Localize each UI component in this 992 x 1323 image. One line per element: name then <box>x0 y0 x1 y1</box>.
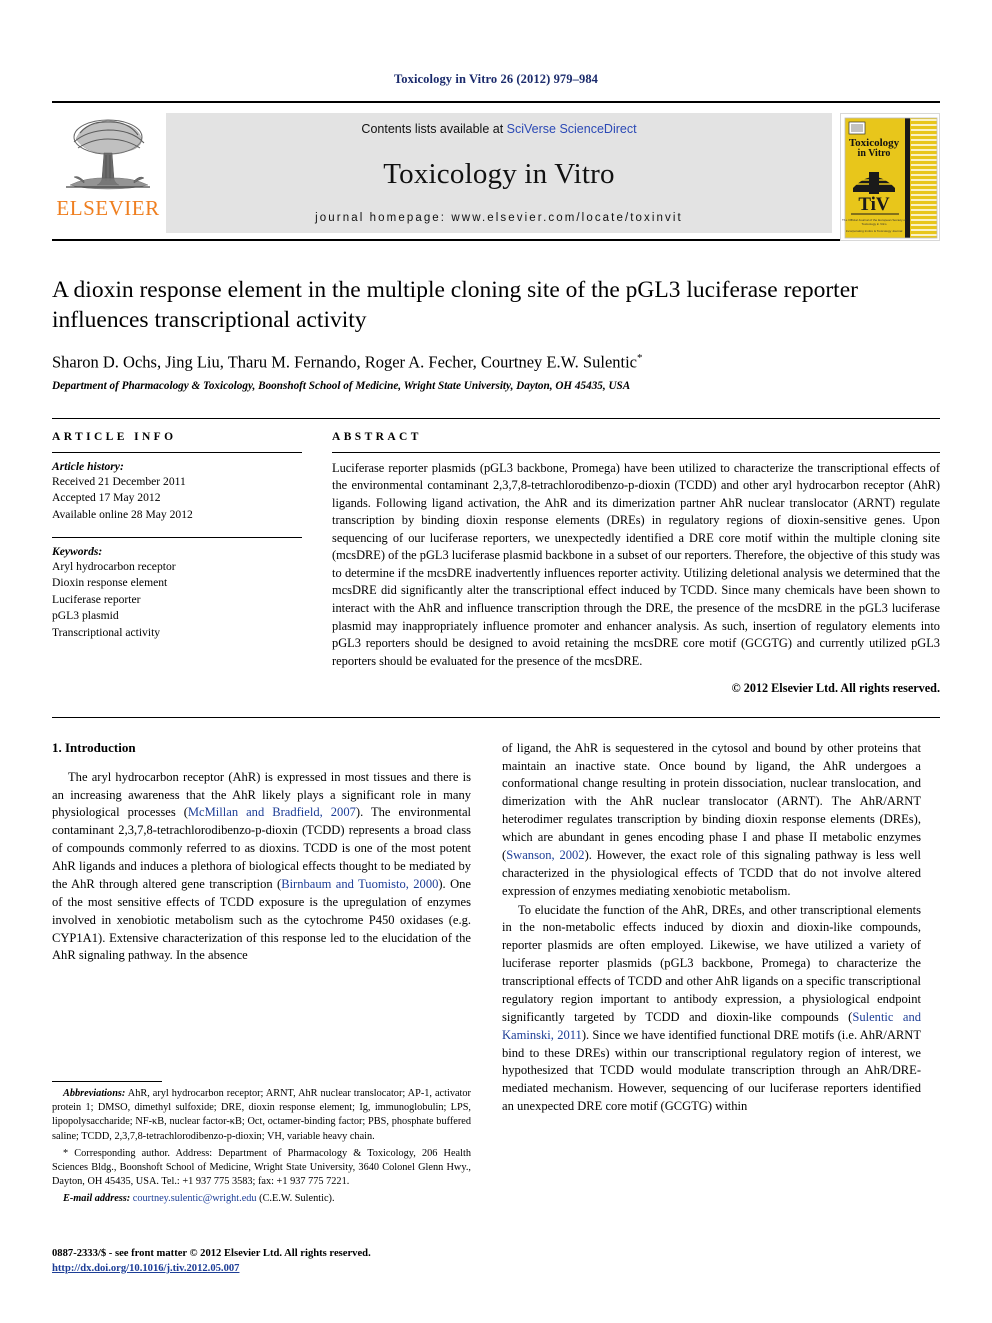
intro-paragraph-right-1: of ligand, the AhR is sequestered in the… <box>502 740 921 901</box>
abstract-divider <box>332 451 940 453</box>
author-list: Sharon D. Ochs, Jing Liu, Tharu M. Ferna… <box>52 352 940 373</box>
keywords-label: Keywords: <box>52 545 103 559</box>
left-column: 1. Introduction The aryl hydrocarbon rec… <box>52 740 471 1210</box>
abstract-text: Luciferase reporter plasmids (pGL3 backb… <box>332 460 940 668</box>
svg-text:TiV: TiV <box>858 194 890 215</box>
abbreviations-label: Abbreviations: <box>63 1088 126 1100</box>
citation-swanson[interactable]: Swanson, 2002 <box>506 848 584 862</box>
article-page: Toxicology in Vitro 26 (2012) 979–984 EL… <box>0 0 992 1323</box>
article-info-heading: ARTICLE INFO <box>52 430 177 443</box>
intro-paragraph-right-2: To elucidate the function of the AhR, DR… <box>502 902 921 1117</box>
right-text-a: of ligand, the AhR is sequestered in the… <box>502 740 921 862</box>
corresponding-author-note: * Corresponding author. Address: Departm… <box>52 1147 471 1188</box>
corresponding-author-marker: * <box>637 352 643 365</box>
journal-title: Toxicology in Vitro <box>383 157 615 190</box>
info-divider-top <box>52 451 302 453</box>
history-accepted: Accepted 17 May 2012 <box>52 491 161 505</box>
contents-prefix: Contents lists available at <box>361 122 507 136</box>
email-note: E-mail address: courtney.sulentic@wright… <box>52 1192 471 1206</box>
body-columns: 1. Introduction The aryl hydrocarbon rec… <box>52 740 940 1210</box>
copyright-notice: © 2012 Elsevier Ltd. All rights reserved… <box>731 681 940 696</box>
journal-homepage-line[interactable]: journal homepage: www.elsevier.com/locat… <box>315 212 683 224</box>
keyword-item: Dioxin response element <box>52 576 168 590</box>
running-head: Toxicology in Vitro 26 (2012) 979–984 <box>393 72 599 86</box>
article-history-label: Article history: <box>52 459 124 473</box>
citation-mcmillan-bradfield[interactable]: McMillan and Bradfield, 2007 <box>188 805 356 819</box>
author-names: Sharon D. Ochs, Jing Liu, Tharu M. Ferna… <box>52 352 638 372</box>
keyword-item: Aryl hydrocarbon receptor <box>52 560 176 574</box>
author-affiliation: Department of Pharmacology & Toxicology,… <box>52 379 631 392</box>
info-divider-middle <box>52 537 302 539</box>
keyword-item: Luciferase reporter <box>52 592 141 606</box>
sciencedirect-link[interactable]: SciVerse ScienceDirect <box>507 122 637 136</box>
citation-birnbaum-tuomisto[interactable]: Birnbaum and Tuomisto, 2000 <box>281 877 438 891</box>
keyword-item: Transcriptional activity <box>52 625 161 639</box>
abstract-heading: ABSTRACT <box>332 430 422 443</box>
intro-paragraph-left: The aryl hydrocarbon receptor (AhR) is e… <box>52 769 471 966</box>
keyword-item: pGL3 plasmid <box>52 609 119 623</box>
page-footer: 0887-2333/$ - see front matter © 2012 El… <box>52 1246 471 1276</box>
elsevier-wordmark: ELSEVIER <box>56 196 160 220</box>
info-abstract-block: ARTICLE INFO Article history: Received 2… <box>52 417 940 718</box>
masthead-bottom-rule <box>52 239 940 241</box>
email-link[interactable]: courtney.sulentic@wright.edu <box>133 1193 257 1204</box>
right-column: of ligand, the AhR is sequestered in the… <box>502 740 921 1210</box>
email-suffix: (C.E.W. Sulentic). <box>256 1193 335 1205</box>
email-label: E-mail address: <box>63 1193 131 1205</box>
history-received: Received 21 December 2011 <box>52 474 186 488</box>
section-title-introduction: 1. Introduction <box>52 739 136 755</box>
elsevier-tree-icon <box>66 119 150 190</box>
svg-text:in Vitro: in Vitro <box>858 148 891 159</box>
issn-line: 0887-2333/$ - see front matter © 2012 El… <box>52 1247 371 1259</box>
svg-text:Toxicology in Vitro: Toxicology in Vitro <box>862 222 887 226</box>
footnote-rule <box>52 1081 162 1083</box>
history-available-online: Available online 28 May 2012 <box>52 507 193 521</box>
elsevier-logo: ELSEVIER <box>52 113 164 219</box>
journal-masthead: ELSEVIER Contents lists available at Sci… <box>52 101 940 241</box>
abstract-column: ABSTRACT Luciferase reporter plasmids (p… <box>332 431 940 703</box>
abbreviations-note: Abbreviations: AhR, aryl hydrocarbon rec… <box>52 1087 471 1144</box>
article-info-column: ARTICLE INFO Article history: Received 2… <box>52 431 302 703</box>
cover-artwork: Toxicology in Vitro TiV The Official Jou… <box>841 114 939 240</box>
svg-text:Incorporating Invitro & Toxico: Incorporating Invitro & Toxicology Journ… <box>846 229 903 233</box>
footnote-block: Abbreviations: AhR, aryl hydrocarbon rec… <box>52 1081 471 1210</box>
masthead-center-panel: Contents lists available at SciVerse Sci… <box>166 113 832 233</box>
journal-cover-thumbnail: Toxicology in Vitro TiV The Official Jou… <box>840 113 940 241</box>
contents-available-line: Contents lists available at SciVerse Sci… <box>361 122 636 136</box>
doi-link[interactable]: http://dx.doi.org/10.1016/j.tiv.2012.05.… <box>52 1263 239 1274</box>
page-title: A dioxin response element in the multipl… <box>52 277 858 334</box>
right-text-c: To elucidate the function of the AhR, DR… <box>502 902 921 1024</box>
